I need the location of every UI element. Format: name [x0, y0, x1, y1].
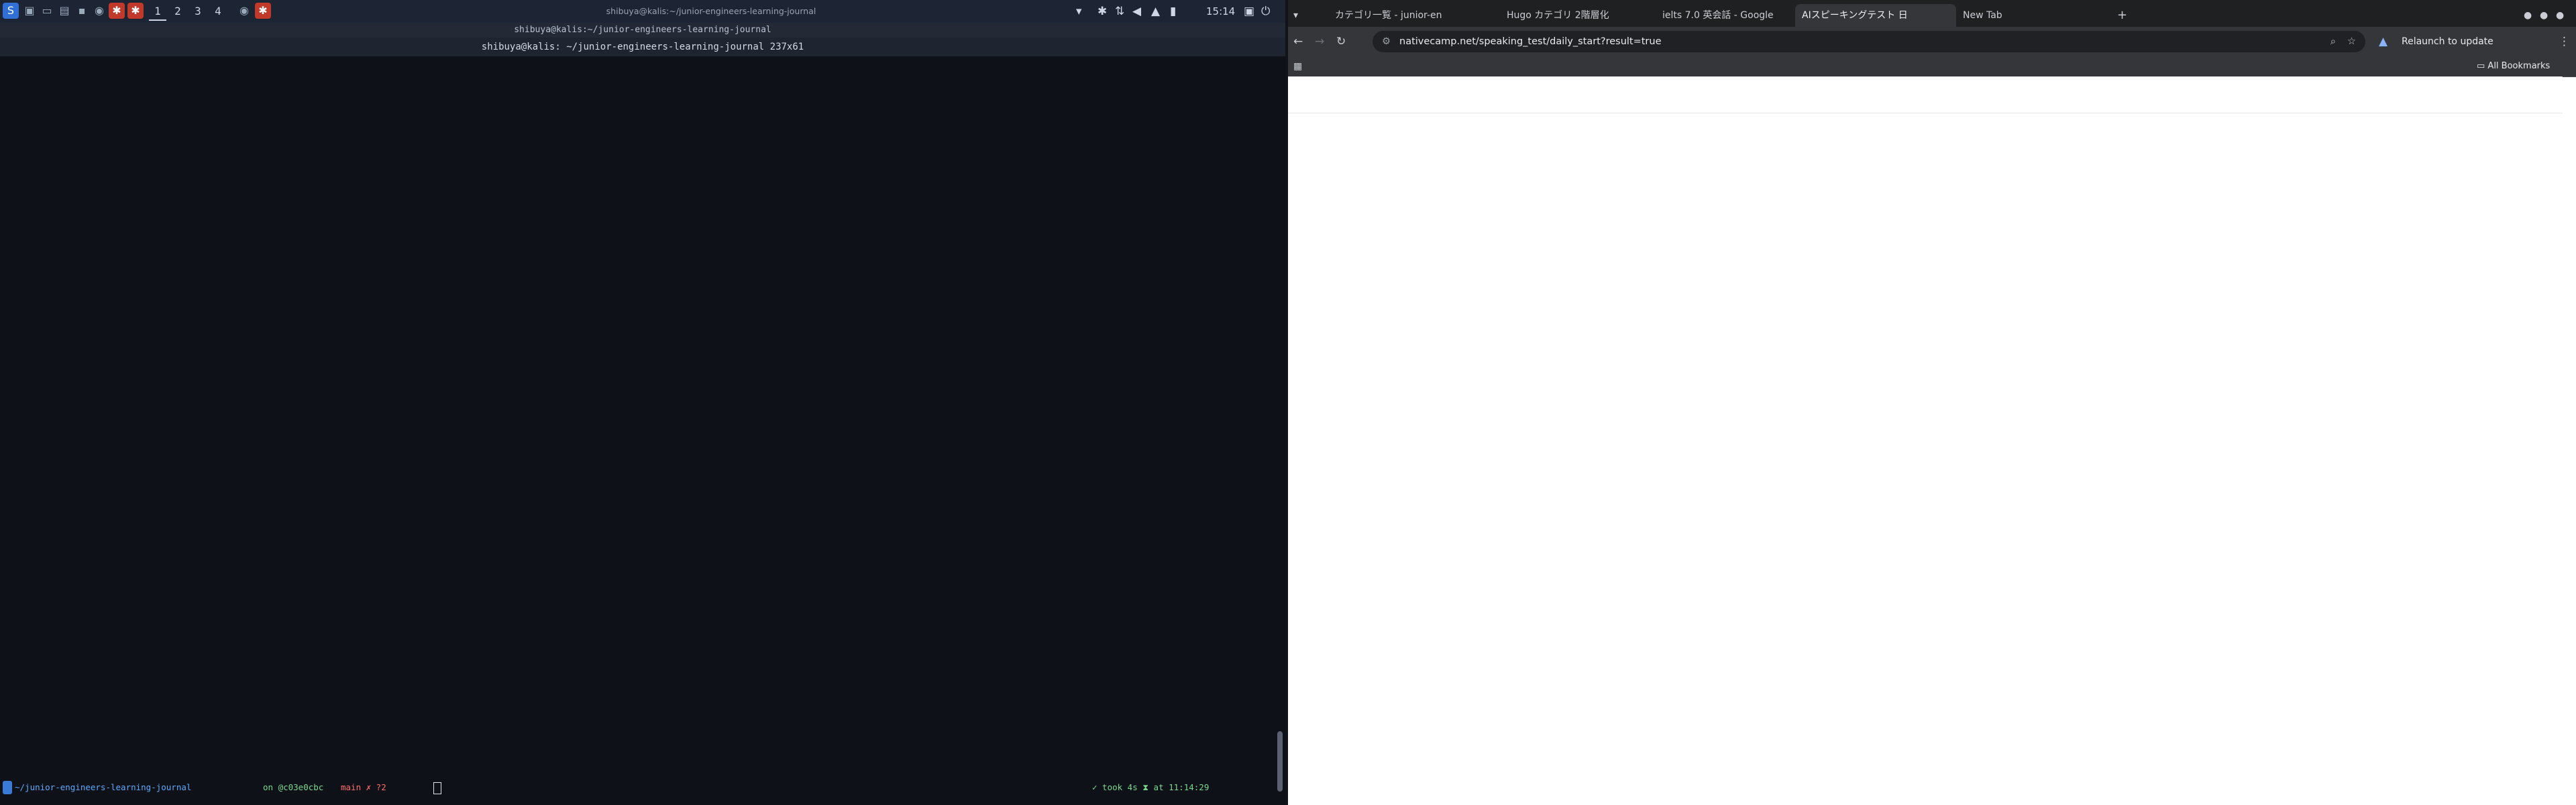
os-icon [3, 781, 12, 794]
tab-ielts[interactable]: ielts 7.0 英会話 - Google [1656, 4, 1810, 27]
back-icon[interactable]: ← [1293, 34, 1309, 50]
all-bookmarks-label: All Bookmarks [2487, 61, 2551, 71]
reload-icon[interactable]: ↻ [1336, 34, 1352, 50]
url-text: nativecamp.net/speaking_test/daily_start… [1399, 36, 1662, 47]
site-header [1288, 76, 2563, 113]
tab-new[interactable]: New Tab [1956, 4, 2110, 27]
prompt-path: ~/junior-engineers-learning-journal [15, 782, 192, 792]
page-content [1288, 76, 2563, 718]
bookmark-star-icon[interactable]: ☆ [2347, 31, 2356, 52]
desktop-icon[interactable]: ▣ [21, 3, 38, 19]
terminal-titlebar: shibuya@kalis:~/junior-engineers-learnin… [0, 23, 1285, 38]
app-task-icon[interactable]: ✱ [255, 3, 271, 19]
workspace-4[interactable]: 4 [209, 3, 227, 19]
lock-icon[interactable]: ▣ [1244, 3, 1254, 20]
prompt-status: main ✗ ?2 [341, 782, 386, 792]
minimize-icon[interactable]: ● [2524, 4, 2537, 27]
tab-categories[interactable]: カテゴリ一覧 - junior-en [1328, 4, 1496, 27]
maximize-icon[interactable]: ● [2540, 4, 2553, 27]
apps-grid-icon[interactable]: ▦ [1293, 59, 1307, 74]
chrome-task-icon[interactable]: ◉ [236, 3, 252, 19]
tab-search-icon[interactable]: ▾ [1293, 4, 1307, 27]
relaunch-button[interactable]: Relaunch to update [2402, 32, 2536, 51]
taskbar: S ▣ ▭ ▤ ▪ ◉ ✱ ✱ 1 2 3 4 ◉ ✱ shibuya@kali… [0, 0, 1285, 23]
terminal-scrollbar[interactable] [1277, 60, 1283, 798]
terminal-tab-title: shibuya@kalis: ~/junior-engineers-learni… [0, 38, 1285, 56]
files-icon[interactable]: ▭ [39, 3, 55, 19]
tab-label: Hugo カテゴリ 2階層化 [1507, 10, 1609, 21]
terminal-scroll-thumb[interactable] [1277, 731, 1283, 792]
close-window-icon[interactable]: ● [2556, 4, 2569, 27]
battery-icon[interactable]: ▮ [1170, 3, 1176, 20]
terminal-output [4, 60, 1265, 792]
bookmarks-bar: ▦ ▭ All Bookmarks [1288, 56, 2576, 77]
workspace-1[interactable]: 1 [149, 3, 166, 21]
app-red-icon[interactable]: ✱ [109, 3, 125, 19]
tab-ai-speaking[interactable]: AIスピーキングテスト 日 [1795, 4, 1956, 27]
cursor [433, 782, 441, 794]
tab-strip: ▾ カテゴリ一覧 - junior-en Hugo カテゴリ 2階層化 ielt… [1288, 0, 2576, 27]
terminal-icon[interactable]: ▪ [74, 3, 90, 19]
tab-hugo[interactable]: Hugo カテゴリ 2階層化 [1500, 4, 1654, 27]
app-menu-icon[interactable]: S [3, 3, 19, 19]
site-info-icon[interactable]: ⚙ [1382, 31, 1391, 52]
forward-icon[interactable]: → [1315, 34, 1331, 50]
bluetooth-icon[interactable]: ✱ [1097, 3, 1107, 20]
workspace-3[interactable]: 3 [189, 3, 207, 19]
browser-window[interactable]: ▾ カテゴリ一覧 - junior-en Hugo カテゴリ 2階層化 ielt… [1288, 0, 2576, 805]
clock: 15:14 [1206, 5, 1236, 17]
tab-label: AIスピーキングテスト 日 [1802, 10, 1908, 21]
power-icon[interactable]: ⏻ [1261, 3, 1270, 20]
new-tab-plus-icon[interactable]: + [2117, 4, 2131, 27]
tab-label: ielts 7.0 英会話 - Google [1662, 10, 1774, 21]
prompt-right: ✓ took 4s ⧗ at 11:14:29 [1092, 782, 1210, 792]
menu-icon[interactable]: ⋮ [2559, 34, 2572, 50]
app-red2-icon[interactable]: ✱ [127, 3, 144, 19]
address-bar[interactable]: ⚙ nativecamp.net/speaking_test/daily_sta… [1373, 31, 2365, 52]
folder-icon: ▭ [2477, 61, 2488, 71]
all-bookmarks-button[interactable]: ▭ All Bookmarks [2477, 59, 2573, 74]
folder-icon[interactable]: ▤ [56, 3, 72, 19]
chrome-icon[interactable]: ◉ [91, 3, 107, 19]
network-icon[interactable]: ⇅ [1115, 3, 1124, 20]
tab-label: New Tab [1963, 10, 2002, 21]
zoom-search-icon[interactable]: ⌕ [2330, 31, 2336, 52]
prompt-branch: on @c03e0cbc [263, 782, 324, 792]
navigation-bar: ← → ↻ ⚙ nativecamp.net/speaking_test/dai… [1288, 27, 2576, 56]
terminal-window[interactable]: shibuya@kalis:~/junior-engineers-learnin… [0, 23, 1285, 805]
tab-label: カテゴリ一覧 - junior-en [1335, 10, 1442, 21]
volume-icon[interactable]: ▾ [1076, 3, 1082, 20]
extension-icon[interactable]: ▲ [2379, 34, 2395, 50]
workspace-2[interactable]: 2 [169, 3, 186, 19]
speaker-icon[interactable]: ◀ [1132, 3, 1141, 20]
notification-icon[interactable]: ▲ [1151, 3, 1160, 20]
terminal-prompt[interactable]: ~/junior-engineers-learning-journal on @… [0, 780, 1275, 796]
active-window-title: shibuya@kalis:~/junior-engineers-learnin… [606, 6, 816, 16]
